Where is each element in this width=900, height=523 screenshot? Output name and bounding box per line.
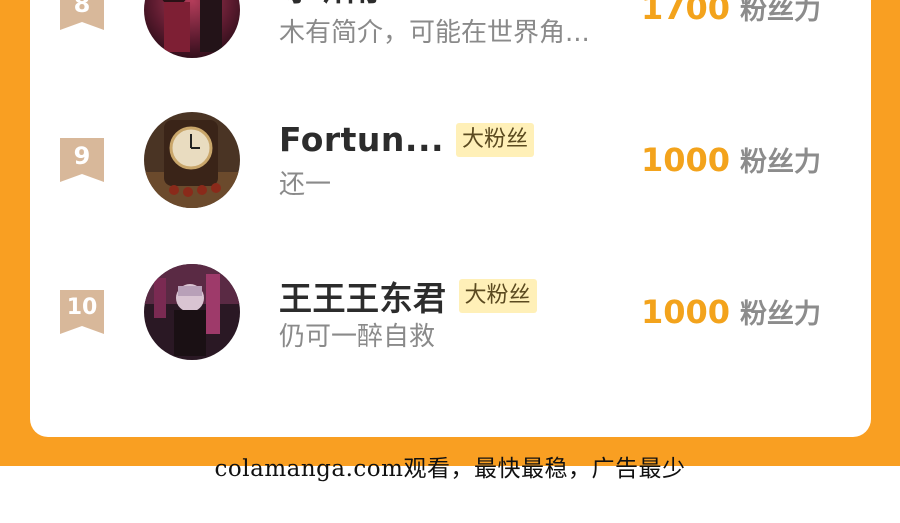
fan-power-value: 1000: [640, 293, 730, 331]
user-bio: 还一: [279, 170, 332, 200]
ranking-row[interactable]: 8 木有简介，可能在世界角... 1700 粉丝力: [30, 0, 871, 76]
ranking-card: 8 木有简介，可能在世界角... 1700 粉丝力 9 Fortun... 大粉…: [30, 0, 871, 437]
fan-power-unit: 粉丝力: [740, 299, 821, 330]
ranking-row[interactable]: 9 Fortun... 大粉丝 还一 1000 粉丝力: [30, 112, 871, 238]
user-bio: 木有简介，可能在世界角...: [279, 18, 590, 48]
user-name[interactable]: 王王王东君: [279, 272, 447, 320]
fan-power-unit: 粉丝力: [740, 147, 821, 178]
avatar[interactable]: [144, 264, 240, 360]
fan-power-unit: 粉丝力: [740, 0, 821, 26]
rank-ribbon-icon: 9: [60, 138, 104, 182]
rank-number: 10: [66, 295, 98, 320]
rank-number: 8: [73, 0, 91, 18]
ranking-row[interactable]: 10 王王王东君 大粉丝 仍可一醉自救 1000 粉丝力: [30, 264, 871, 392]
avatar[interactable]: [144, 112, 240, 208]
user-name[interactable]: Fortun...: [279, 120, 444, 159]
avatar[interactable]: [144, 0, 240, 58]
watermark-text: colamanga.com观看，最快最稳，广告最少: [214, 456, 686, 482]
fan-power-value: 1700: [640, 0, 730, 27]
rank-ribbon-icon: 10: [60, 290, 104, 334]
big-fan-badge: 大粉丝: [456, 122, 535, 157]
user-bio: 仍可一醉自救: [279, 322, 436, 352]
big-fan-badge: 大粉丝: [458, 279, 537, 313]
user-name[interactable]: 冰听雨1112: [279, 0, 473, 10]
ranking-frame: 8 木有简介，可能在世界角... 1700 粉丝力 9 Fortun... 大粉…: [0, 0, 900, 466]
rank-ribbon-icon: 8: [60, 0, 104, 30]
rank-number: 9: [73, 142, 91, 170]
fan-power-value: 1000: [640, 141, 730, 179]
